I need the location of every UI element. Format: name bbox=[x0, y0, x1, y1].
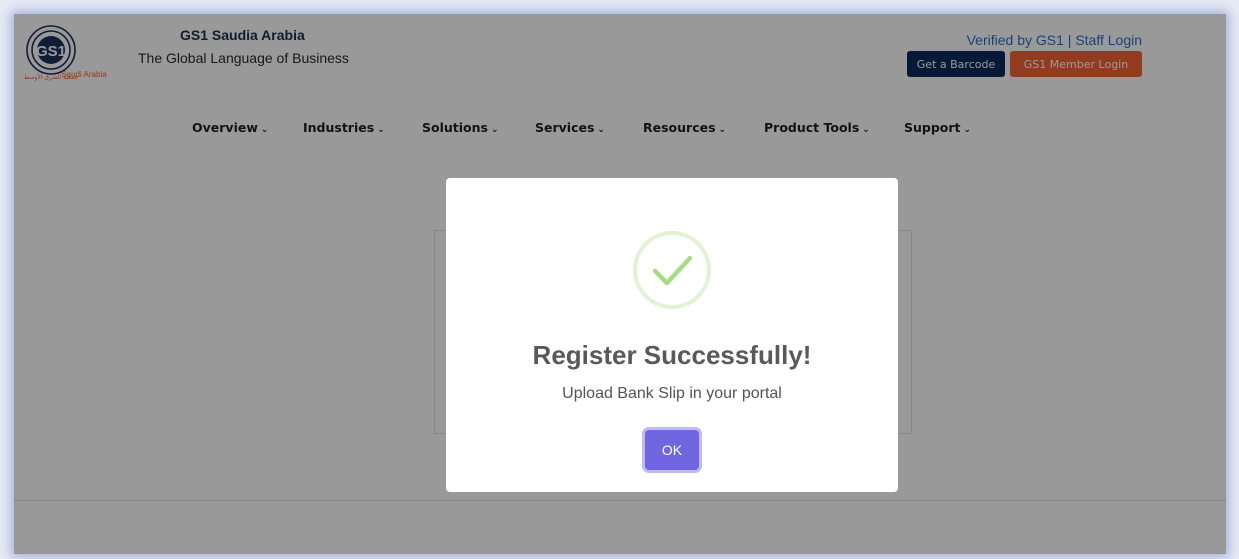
dialog-title: Register Successfully! bbox=[532, 340, 812, 370]
ok-button[interactable]: OK bbox=[645, 430, 699, 470]
dialog-message: Upload Bank Slip in your portal bbox=[562, 385, 782, 402]
success-check-icon bbox=[633, 231, 711, 309]
success-dialog: Register Successfully! Upload Bank Slip … bbox=[446, 178, 898, 492]
page-frame: GS1 جمعية الشرق الأوسط Saudi Arabia GS1 … bbox=[14, 14, 1226, 554]
